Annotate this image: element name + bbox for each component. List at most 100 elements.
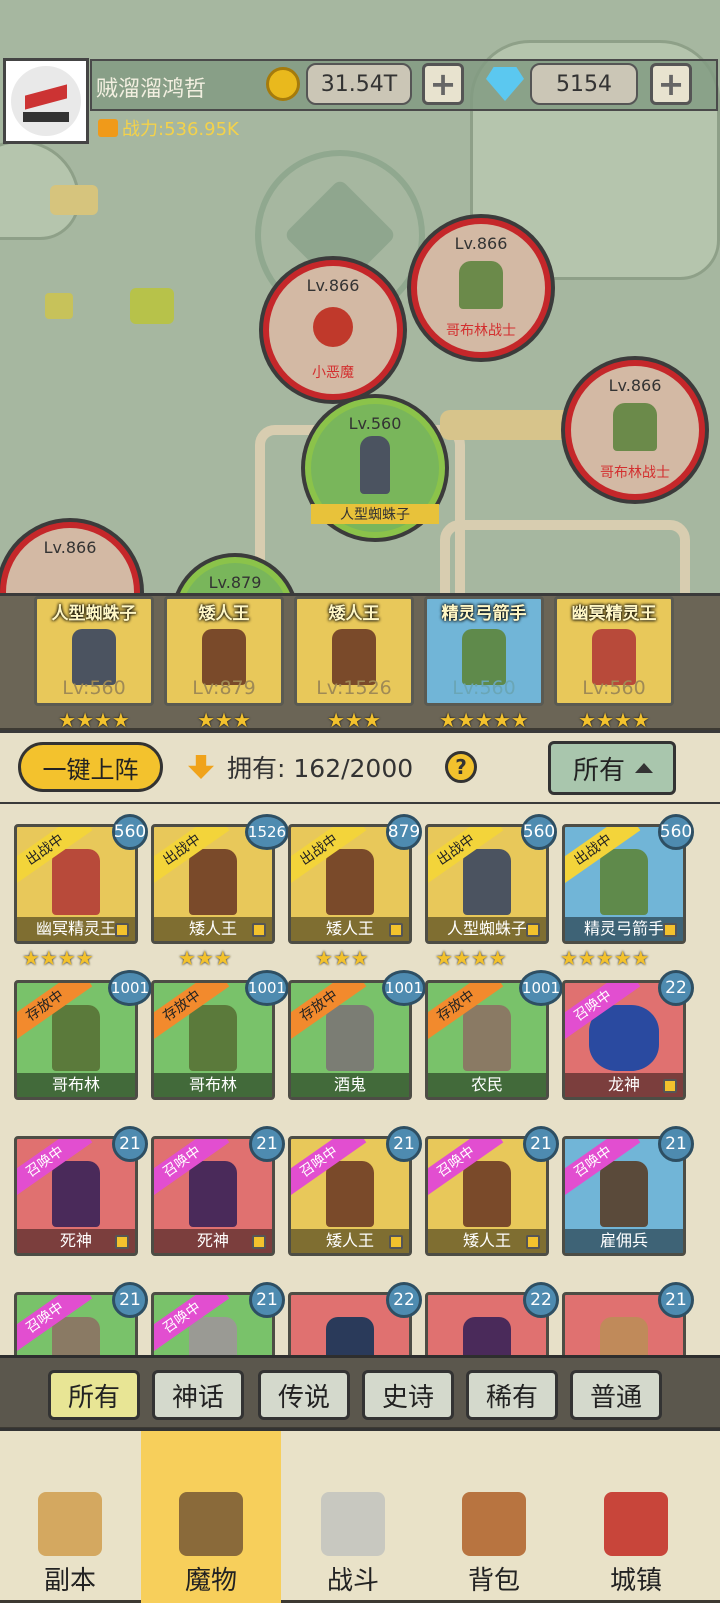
unit-level: Lv.879 bbox=[208, 573, 262, 592]
lock-icon[interactable] bbox=[663, 1079, 677, 1093]
map-enemy-unit[interactable]: Lv.866 小恶魔 bbox=[263, 260, 403, 400]
goblin-figure bbox=[189, 1005, 237, 1071]
add-gold-button[interactable]: + bbox=[422, 63, 464, 105]
level-badge: 21 bbox=[112, 1126, 148, 1162]
map-friendly-unit[interactable]: Lv.560 人型蜘蛛子 bbox=[305, 398, 445, 538]
level-badge: 1001 bbox=[382, 970, 426, 1006]
owned-count-value: 162/2000 bbox=[293, 754, 414, 783]
map-enemy-unit[interactable]: Lv.866 哥布林战士 bbox=[565, 360, 705, 500]
lock-icon[interactable] bbox=[526, 923, 540, 937]
lock-icon[interactable] bbox=[252, 923, 266, 937]
unit-level: Lv.560 bbox=[348, 414, 402, 433]
map-boat bbox=[50, 185, 98, 215]
auto-deploy-button[interactable]: 一键上阵 bbox=[18, 742, 163, 792]
unit-level: Lv.866 bbox=[306, 276, 360, 295]
drunkard-figure bbox=[326, 1005, 374, 1071]
dwarf-king-figure bbox=[189, 849, 237, 915]
power-icon bbox=[98, 119, 118, 137]
dragon-god-figure bbox=[589, 1005, 659, 1071]
nav-backpack[interactable]: 背包 bbox=[424, 1459, 564, 1603]
unit-level: Lv.866 bbox=[43, 538, 97, 557]
team-slot[interactable]: 人型蜘蛛子 Lv:560 bbox=[34, 596, 154, 706]
battle-team-strip: 人型蜘蛛子 Lv:560 ★★★★ 矮人王 Lv:879 ★★★ 矮人王 Lv:… bbox=[0, 593, 720, 732]
lock-icon[interactable] bbox=[526, 1235, 540, 1249]
lock-icon[interactable] bbox=[252, 1235, 266, 1249]
team-unit-name: 人型蜘蛛子 bbox=[51, 604, 137, 624]
level-badge: 22 bbox=[658, 970, 694, 1006]
map-island bbox=[45, 293, 73, 319]
reaper-figure bbox=[189, 1161, 237, 1227]
help-icon[interactable]: ? bbox=[445, 751, 477, 783]
elf-king-figure bbox=[52, 849, 100, 915]
level-badge: 1001 bbox=[108, 970, 152, 1006]
team-unit-level: Lv:1526 bbox=[316, 677, 392, 699]
backpack-icon bbox=[462, 1492, 526, 1556]
wolf-avatar-icon bbox=[11, 66, 81, 136]
team-slot[interactable]: 矮人王 Lv:1526 bbox=[294, 596, 414, 706]
combat-power: 战力:536.95K bbox=[98, 115, 239, 141]
level-badge: 21 bbox=[658, 1282, 694, 1318]
team-unit-level: Lv:879 bbox=[192, 677, 256, 699]
owned-count: 拥有: 162/2000 bbox=[227, 749, 413, 785]
level-badge: 21 bbox=[112, 1282, 148, 1318]
sort-filter-dropdown[interactable]: 所有 bbox=[548, 741, 676, 795]
map-scroll-icon bbox=[38, 1492, 102, 1556]
helmet-icon bbox=[179, 1492, 243, 1556]
rarity-tab-legendary[interactable]: 传说 bbox=[258, 1370, 350, 1420]
world-map[interactable]: Lv.866 小恶魔 Lv.866 哥布林战士 Lv.866 哥布林战士 Lv.… bbox=[0, 0, 720, 600]
level-badge: 879 bbox=[386, 814, 422, 850]
nav-town[interactable]: 城镇 bbox=[566, 1459, 706, 1603]
dwarf-king-figure bbox=[326, 849, 374, 915]
nav-label: 战斗 bbox=[326, 1566, 379, 1596]
rarity-filter-bar: 所有 神话 传说 史诗 稀有 普通 bbox=[0, 1355, 720, 1427]
team-unit-stars: ★★★ bbox=[327, 708, 381, 732]
nav-label: 魔物 bbox=[184, 1566, 237, 1596]
goblin-figure bbox=[52, 1005, 100, 1071]
map-enemy-unit[interactable]: Lv.866 bbox=[0, 522, 140, 600]
monster-name: 雇佣兵 bbox=[565, 1229, 683, 1253]
monster-grid[interactable]: 出战中 幽冥精灵王 560 ★★★★ 出战中 矮人王 1526 ★★★ 出战中 矮人王… bbox=[0, 802, 720, 1384]
rarity-tab-epic[interactable]: 史诗 bbox=[362, 1370, 454, 1420]
rarity-tab-mythic[interactable]: 神话 bbox=[152, 1370, 244, 1420]
team-unit-level: Lv:560 bbox=[62, 677, 126, 699]
unit-name: 小恶魔 bbox=[312, 365, 354, 381]
team-unit-level: Lv:560 bbox=[582, 677, 646, 699]
team-slot[interactable]: 精灵弓箭手 Lv:560 bbox=[424, 596, 544, 706]
rarity-tab-all[interactable]: 所有 bbox=[48, 1370, 140, 1420]
level-badge: 1526 bbox=[245, 814, 289, 850]
collection-controls: 一键上阵 拥有: 162/2000 ? 所有 bbox=[0, 730, 720, 802]
level-badge: 21 bbox=[386, 1126, 422, 1162]
gold-amount: 31.54T bbox=[306, 63, 412, 105]
monster-stars: ★★★★ bbox=[22, 946, 94, 970]
team-unit-name: 矮人王 bbox=[328, 604, 380, 624]
spider-girl-figure bbox=[463, 849, 511, 915]
combat-power-value: 战力:536.95K bbox=[122, 119, 239, 140]
spider-girl-figure bbox=[360, 436, 390, 495]
add-gems-button[interactable]: + bbox=[650, 63, 692, 105]
team-unit-name: 精灵弓箭手 bbox=[441, 604, 527, 624]
unit-name: 人型蜘蛛子 bbox=[311, 504, 439, 524]
lock-icon[interactable] bbox=[115, 1235, 129, 1249]
rarity-tab-rare[interactable]: 稀有 bbox=[466, 1370, 558, 1420]
lock-icon[interactable] bbox=[389, 1235, 403, 1249]
lock-icon[interactable] bbox=[663, 923, 677, 937]
team-slot[interactable]: 矮人王 Lv:879 bbox=[164, 596, 284, 706]
team-unit-stars: ★★★★★ bbox=[439, 708, 529, 732]
player-avatar[interactable] bbox=[3, 58, 89, 144]
team-slot[interactable]: 幽冥精灵王 Lv:560 bbox=[554, 596, 674, 706]
gem-amount: 5154 bbox=[530, 63, 638, 105]
lock-icon[interactable] bbox=[389, 923, 403, 937]
map-enemy-unit[interactable]: Lv.866 哥布林战士 bbox=[411, 218, 551, 358]
unit-level: Lv.866 bbox=[454, 234, 508, 253]
level-badge: 1001 bbox=[245, 970, 289, 1006]
lock-icon[interactable] bbox=[115, 923, 129, 937]
rarity-tab-common[interactable]: 普通 bbox=[570, 1370, 662, 1420]
nav-battle[interactable]: 战斗 bbox=[283, 1459, 423, 1603]
triangle-up-icon bbox=[635, 763, 654, 773]
farmer-figure bbox=[463, 1005, 511, 1071]
level-badge: 560 bbox=[521, 814, 557, 850]
nav-label: 城镇 bbox=[609, 1566, 662, 1596]
elf-archer-figure bbox=[600, 849, 648, 915]
nav-monsters[interactable]: 魔物 bbox=[141, 1431, 281, 1603]
nav-dungeon[interactable]: 副本 bbox=[0, 1459, 140, 1603]
